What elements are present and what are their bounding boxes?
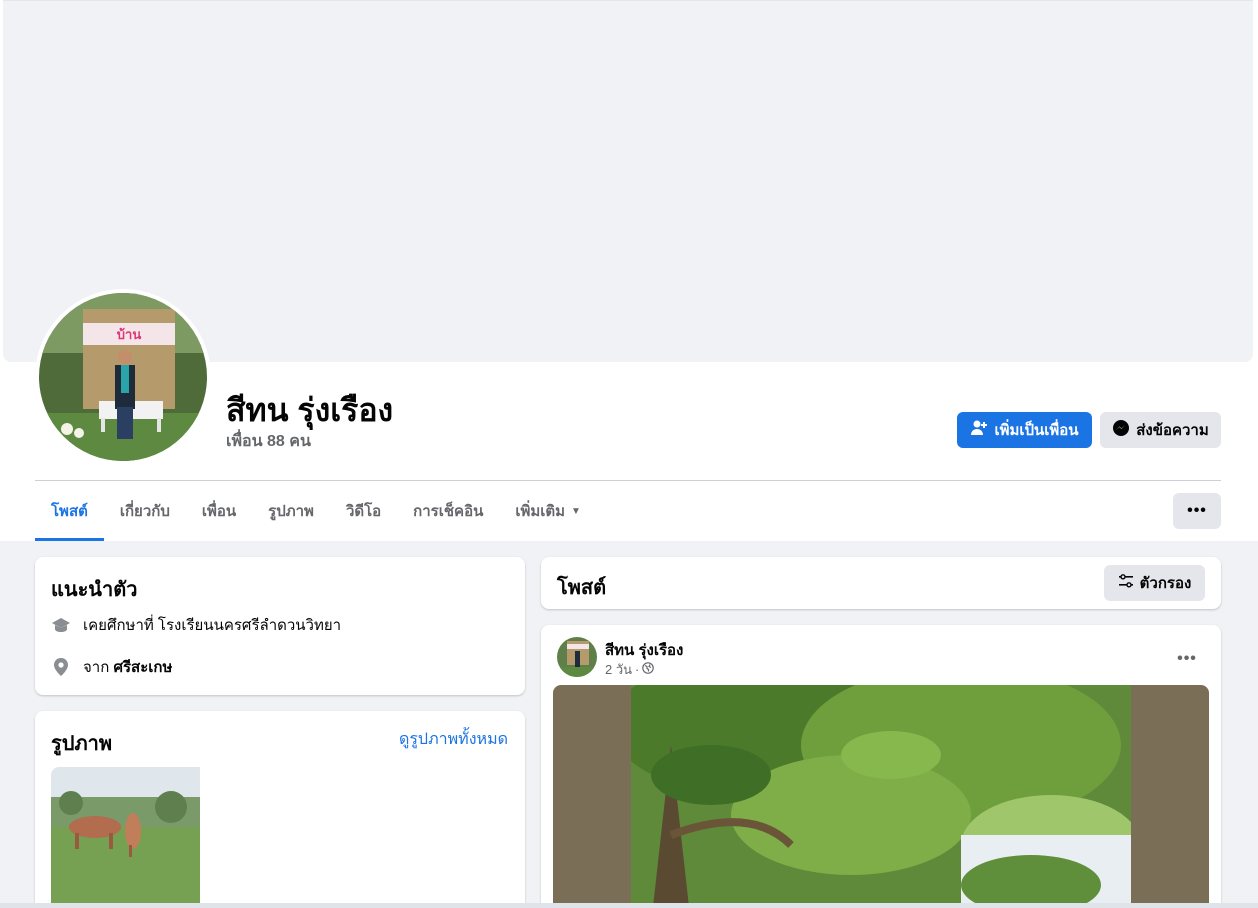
caret-down-icon: ▼ [571,505,581,517]
posts-title: โพสต์ [557,577,607,599]
photo-thumbnail[interactable] [51,767,200,908]
photos-card: รูปภาพ ดูรูปภาพทั้งหมด [35,711,525,908]
tab-about[interactable]: เกี่ยวกับ [104,481,186,541]
post-options-button[interactable]: ••• [1169,641,1205,677]
posts-header-card: โพสต์ ตัวกรอง [541,557,1221,609]
post-meta-separator: · [635,662,640,677]
tab-more-label: เพิ่มเติม [515,503,566,520]
svg-text:บ้าน: บ้าน [117,327,142,343]
profile-picture[interactable]: บ้าน [35,289,211,465]
tab-check-ins-label: การเช็คอิน [413,503,484,520]
cover-photo[interactable] [3,0,1253,362]
globe-icon [642,662,655,677]
filter-button[interactable]: ตัวกรอง [1104,565,1205,601]
tab-posts[interactable]: โพสต์ [35,481,104,541]
add-friend-button[interactable]: เพิ่มเป็นเพื่อน [957,412,1092,448]
tab-videos[interactable]: วิดีโอ [330,481,397,541]
from-place[interactable]: ศรีสะเกษ [113,659,172,676]
see-all-photos-link[interactable]: ดูรูปภาพทั้งหมด [399,727,508,752]
post-time[interactable]: 2 วัน [605,659,632,680]
profile-picture-image: บ้าน [39,293,207,461]
profile-header: บ้าน สีทน รุ่งเรือง เพื่อน 88 คน เพิ่มเป… [0,0,1258,541]
messenger-icon [1112,419,1130,441]
add-friend-label: เพิ่มเป็นเพื่อน [994,422,1079,439]
tab-photos[interactable]: รูปภาพ [252,481,330,541]
send-message-button[interactable]: ส่งข้อความ [1100,412,1221,448]
send-message-label: ส่งข้อความ [1136,422,1209,439]
intro-card: แนะนำตัว เคยศึกษาที่ โรงเรียนนครศรีลำดวน… [35,557,525,695]
filter-sliders-icon [1118,573,1134,593]
graduation-cap-icon [51,615,71,635]
tab-videos-label: วิดีโอ [345,503,382,520]
location-pin-icon [51,657,71,677]
post-card: สีทน รุ่งเรือง 2 วัน · ••• [541,625,1221,908]
intro-education-text: เคยศึกษาที่ โรงเรียนนครศรีลำดวนวิทยา [83,617,342,634]
post-meta: 2 วัน · [605,659,655,680]
tab-more[interactable]: เพิ่มเติม ▼ [499,481,597,541]
intro-location: จาก ศรีสะเกษ [51,655,172,679]
bottom-scrollbar-edge [0,903,1258,908]
tab-friends-label: เพื่อน [201,503,237,520]
intro-title: แนะนำตัว [51,579,138,601]
filter-label: ตัวกรอง [1139,575,1192,592]
intro-education: เคยศึกษาที่ โรงเรียนนครศรีลำดวนวิทยา [51,613,341,637]
post-image[interactable] [553,685,1209,908]
tab-check-ins[interactable]: การเช็คอิน [397,481,499,541]
post-author-avatar[interactable] [557,637,597,677]
friend-count[interactable]: เพื่อน 88 คน [226,429,311,454]
tab-friends[interactable]: เพื่อน [186,481,252,541]
tab-about-label: เกี่ยวกับ [119,503,170,520]
tab-posts-label: โพสต์ [51,503,88,520]
tab-photos-label: รูปภาพ [268,503,314,520]
intro-location-text: จาก ศรีสะเกษ [83,655,172,679]
photos-title[interactable]: รูปภาพ [51,727,112,759]
profile-more-button[interactable]: ••• [1173,493,1221,529]
profile-tabs: โพสต์ เกี่ยวกับ เพื่อน รูปภาพ วิดีโอ การ… [35,481,597,541]
add-person-icon [970,419,988,441]
from-prefix: จาก [83,659,110,676]
